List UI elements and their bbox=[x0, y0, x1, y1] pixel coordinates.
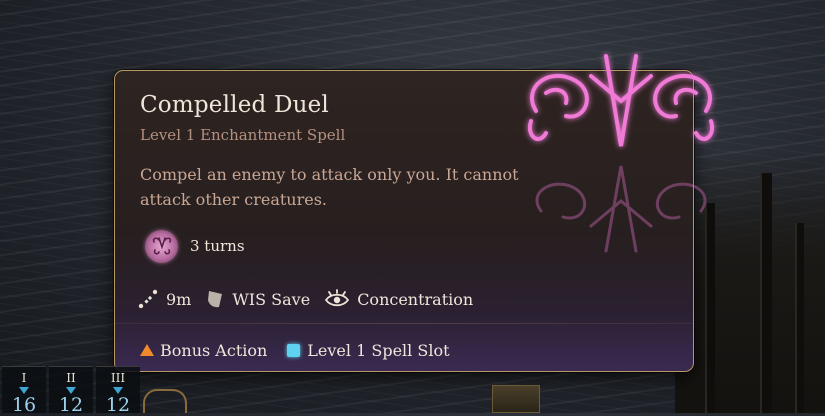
spell-title: Compelled Duel bbox=[140, 92, 329, 118]
spell-slot-level-1[interactable]: I 16 bbox=[2, 366, 46, 416]
concentration-property: Concentration bbox=[324, 288, 473, 310]
duration-label: 3 turns bbox=[190, 237, 245, 255]
range-label: 9m bbox=[166, 289, 192, 309]
spell-slot-level-numeral: II bbox=[66, 371, 76, 385]
spell-properties: 9m WIS Save Concentration bbox=[137, 286, 487, 312]
spell-slot-level-numeral: I bbox=[21, 371, 27, 385]
compelled-duel-icon bbox=[145, 229, 178, 263]
spell-slot-gem-icon bbox=[66, 387, 76, 394]
spell-tooltip: Compelled Duel Level 1 Enchantment Spell… bbox=[114, 54, 715, 372]
spell-slot-label: Level 1 Spell Slot bbox=[307, 340, 450, 360]
spell-slot-gem-icon bbox=[19, 387, 29, 394]
bonus-action-cost: Bonus Action bbox=[140, 341, 267, 360]
bonus-action-label: Bonus Action bbox=[160, 340, 268, 360]
spell-slot-square-icon bbox=[287, 343, 301, 357]
spell-slot-cost: Level 1 Spell Slot bbox=[287, 340, 450, 360]
concentration-eye-icon bbox=[325, 289, 350, 307]
range-property: 9m bbox=[137, 288, 191, 310]
concentration-label: Concentration bbox=[357, 289, 474, 309]
spell-subtitle: Level 1 Enchantment Spell bbox=[140, 126, 346, 144]
spell-duration: 3 turns bbox=[145, 229, 245, 263]
spell-slot-level-2[interactable]: II 12 bbox=[49, 366, 93, 416]
hotbar-ornament bbox=[143, 389, 187, 413]
spell-slot-level-numeral: III bbox=[110, 371, 126, 385]
range-icon bbox=[138, 289, 158, 309]
spell-description: Compel an enemy to attack only you. It c… bbox=[140, 165, 519, 209]
shield-save-icon bbox=[208, 291, 223, 308]
compelled-duel-spell-art-icon bbox=[527, 54, 715, 253]
save-label: WIS Save bbox=[232, 289, 311, 309]
bonus-action-triangle-icon bbox=[140, 344, 154, 356]
save-property: WIS Save bbox=[205, 288, 310, 310]
spell-costs: Bonus Action Level 1 Spell Slot bbox=[140, 337, 470, 363]
spell-slot-level-3[interactable]: III 12 bbox=[96, 366, 140, 416]
hotbar-portrait[interactable] bbox=[492, 385, 540, 413]
tooltip-divider bbox=[115, 323, 693, 324]
spell-slot-gem-icon bbox=[113, 387, 123, 394]
